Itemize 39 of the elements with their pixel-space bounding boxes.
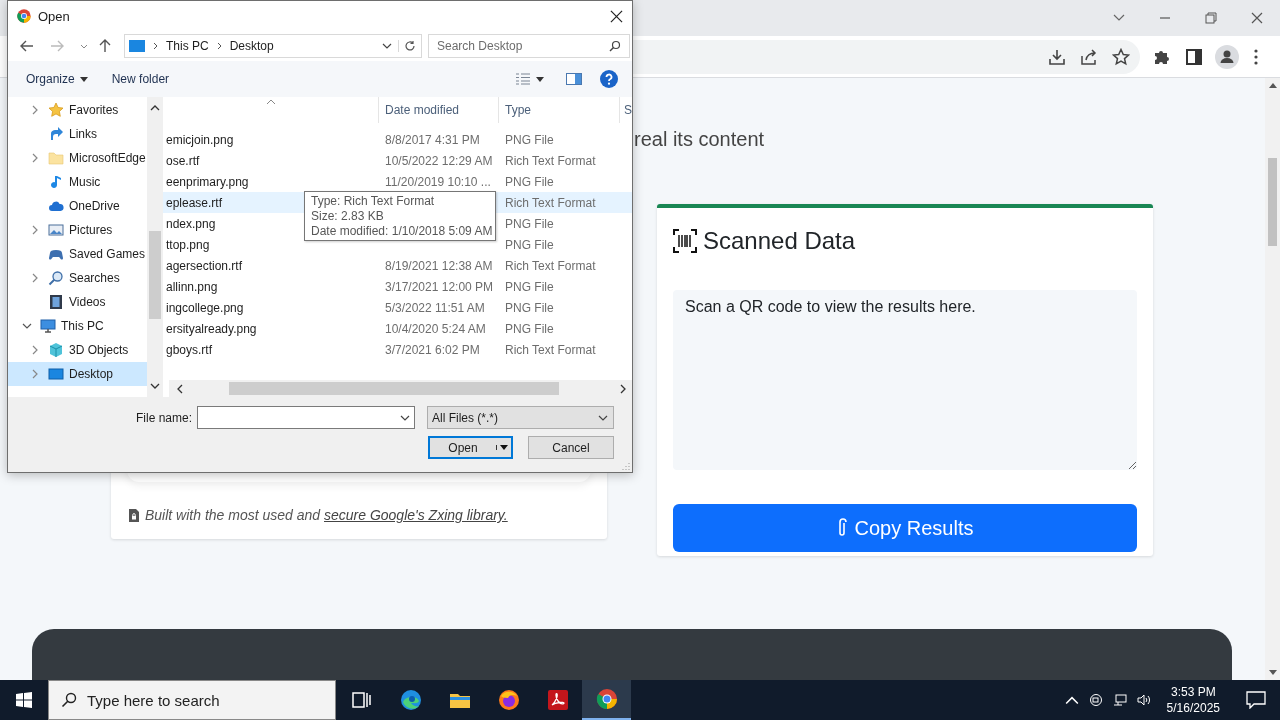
search-placeholder: Type here to search (87, 691, 220, 709)
footer-note: Built with the most used and secure Google's Zxing library. (145, 507, 508, 523)
file-name-label: File name: (134, 410, 192, 425)
file-type: Rich Text Format (504, 153, 596, 168)
tooltip-line: Type: Rich Text Format (311, 193, 436, 209)
date-modified: 5/3/2022 11:51 AM (385, 300, 485, 315)
file-name: emicjoin.png (166, 132, 234, 147)
search-placeholder: Search Desktop (437, 39, 524, 53)
file-type: PNG File (504, 279, 554, 294)
file-type: PNG File (504, 321, 554, 336)
page-subtitle: real its content (634, 127, 766, 151)
file-name: ersityalready.png (166, 321, 257, 336)
file-name: ttop.png (166, 237, 210, 252)
date-modified: 11/20/2019 10:10 ... (385, 174, 491, 189)
card-title: Scanned Data (703, 227, 856, 255)
file-type: PNG File (504, 216, 554, 231)
file-name: ose.rtf (166, 153, 200, 168)
file-type: Rich Text Format (504, 342, 596, 357)
file-name: ndex.png (166, 216, 216, 231)
date-modified: 3/17/2021 12:00 PM (385, 279, 494, 294)
tooltip-line: Date modified: 1/10/2018 5:09 AM (311, 223, 494, 239)
file-type: Rich Text Format (504, 195, 596, 210)
file-type: Rich Text Format (504, 258, 596, 273)
file-name: allinn.png (166, 279, 218, 294)
file-name: ingcollege.png (166, 300, 244, 315)
date-modified: 8/8/2017 4:31 PM (385, 132, 480, 147)
date-modified: 8/19/2021 12:38 AM (385, 258, 493, 273)
date-modified: 3/7/2021 6:02 PM (385, 342, 480, 357)
dialog-title: Open (38, 8, 70, 24)
file-name: gboys.rtf (166, 342, 213, 357)
file-name: agersection.rtf (166, 258, 243, 273)
file-type: PNG File (504, 300, 554, 315)
file-type: PNG File (504, 237, 554, 252)
file-name: eplease.rtf (166, 195, 223, 210)
file-name: eenprimary.png (166, 174, 249, 189)
file-type: PNG File (504, 132, 554, 147)
date-modified: 10/4/2020 5:24 AM (385, 321, 486, 336)
date-modified: 10/5/2022 12:29 AM (385, 153, 493, 168)
file-type: PNG File (504, 174, 554, 189)
